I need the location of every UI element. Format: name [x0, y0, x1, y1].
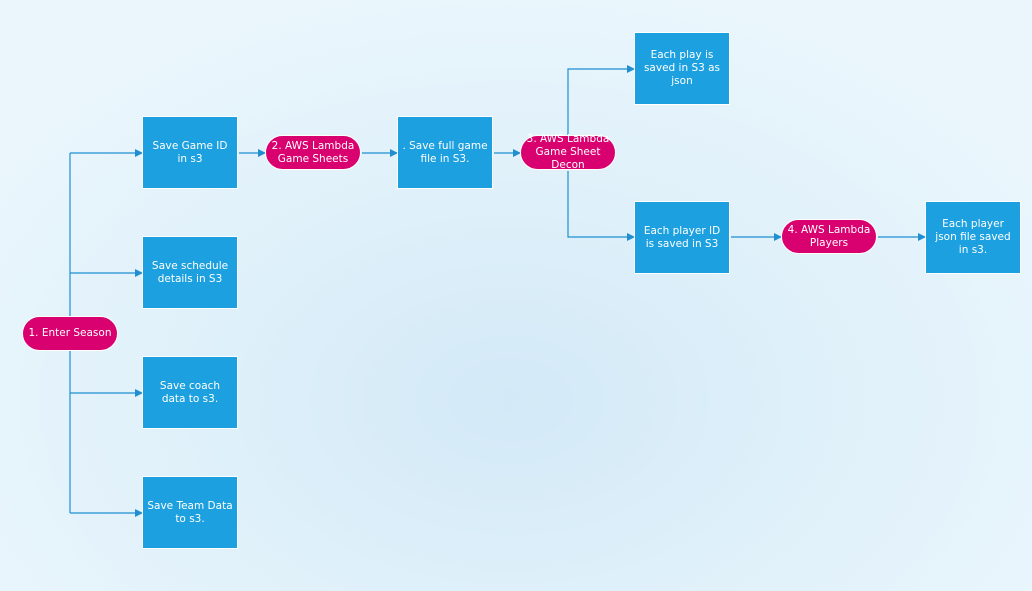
arrow-to-each-player-id: [567, 171, 635, 241]
save-game-id-node: Save Game ID in s3: [142, 116, 238, 189]
each-player-id-node: Each player ID is saved in S3: [634, 201, 730, 274]
save-team-node: Save Team Data to s3.: [142, 476, 238, 549]
lambda-game-sheets-node: 2. AWS Lambda Game Sheets: [265, 135, 361, 170]
save-schedule-node: Save schedule details in S3: [142, 236, 238, 309]
enter-season-node: 1. Enter Season: [22, 316, 118, 351]
arrow-to-each-play: [567, 65, 635, 136]
lambda-decon-node: 3. AWS Lambda Game Sheet Decon: [520, 133, 616, 171]
save-coach-node: Save coach data to s3.: [142, 356, 238, 429]
each-player-json-node: Each player json file saved in s3.: [925, 201, 1021, 274]
lambda-players-node: 4. AWS Lambda Players: [781, 219, 877, 254]
save-full-game-node: . Save full game file in S3.: [397, 116, 493, 189]
each-play-node: Each play is saved in S3 as json: [634, 32, 730, 105]
